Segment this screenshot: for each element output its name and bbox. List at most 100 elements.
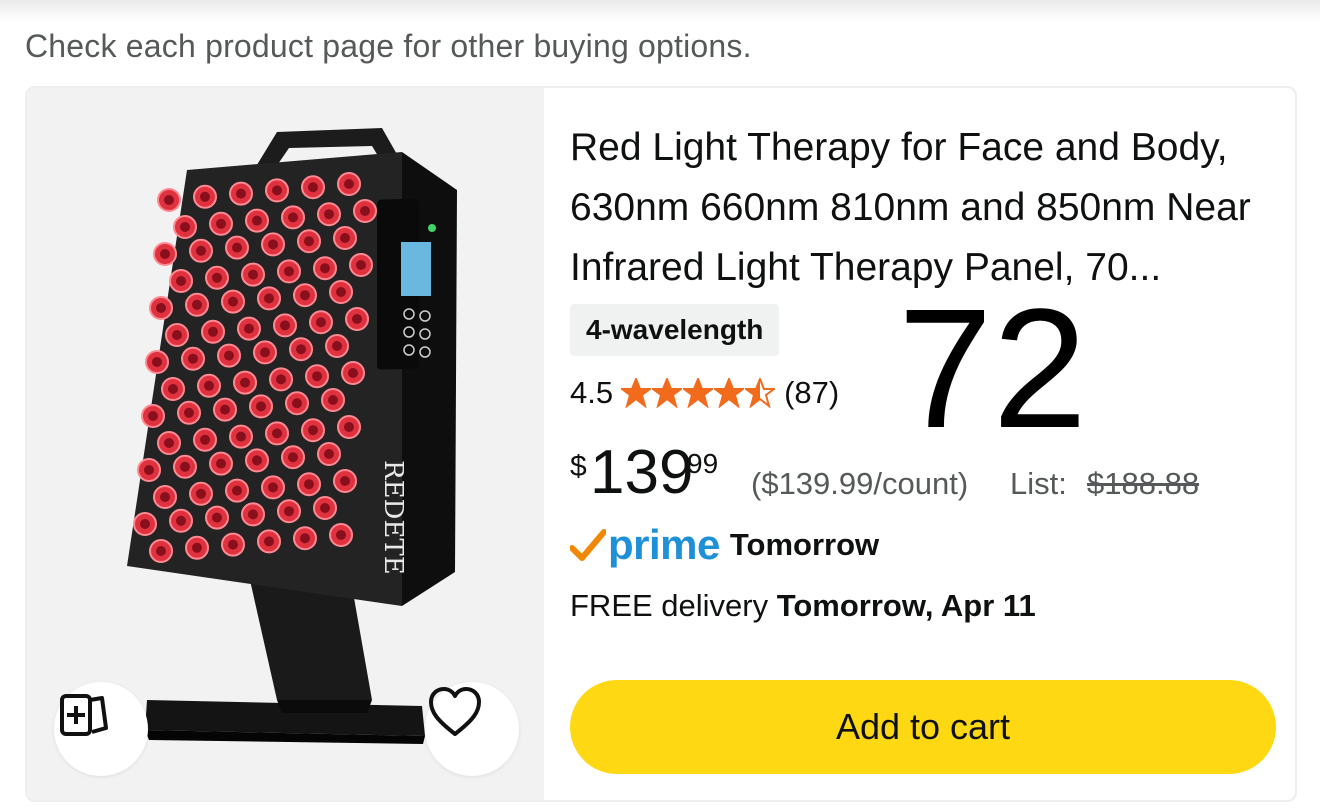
rating-row[interactable]: 4.5 (87) xyxy=(570,371,839,415)
led-core xyxy=(248,269,258,280)
led-core xyxy=(272,428,282,439)
led-core xyxy=(180,222,190,232)
led-core xyxy=(264,293,274,304)
led-core xyxy=(316,317,326,328)
prime-delivery-day: Tomorrow xyxy=(729,527,880,562)
product-image[interactable]: REDETE xyxy=(27,88,544,800)
led-core xyxy=(232,485,242,496)
led-core xyxy=(252,215,262,226)
rating-value: 4.5 xyxy=(570,375,614,410)
led-core xyxy=(328,395,338,405)
list-price: $188.88 xyxy=(1087,466,1200,501)
led-core xyxy=(320,503,330,513)
led-core xyxy=(200,434,210,445)
led-core xyxy=(352,314,362,324)
led-core xyxy=(164,438,174,448)
prime-check-icon xyxy=(570,529,606,561)
led-core xyxy=(348,368,358,378)
led-core xyxy=(172,330,182,340)
led-core xyxy=(152,357,162,367)
led-core xyxy=(160,492,170,502)
led-core xyxy=(340,233,350,243)
led-core xyxy=(252,455,262,466)
led-core xyxy=(268,482,278,493)
led-core xyxy=(212,272,222,283)
led-core xyxy=(140,519,150,529)
led-core xyxy=(224,350,234,361)
wishlist-button[interactable] xyxy=(425,682,519,776)
led-core xyxy=(212,512,222,523)
led-core xyxy=(156,546,166,556)
led-core xyxy=(280,320,290,331)
led-core xyxy=(324,449,334,459)
led-core xyxy=(320,263,330,274)
led-core xyxy=(308,425,318,436)
led-core xyxy=(344,179,354,189)
star-icon xyxy=(652,378,683,408)
heart-icon xyxy=(429,687,481,736)
led-core xyxy=(228,539,238,550)
led-core xyxy=(304,479,314,490)
led-core xyxy=(220,404,230,415)
led-core xyxy=(176,276,186,286)
product-card[interactable]: REDETE Red Light Therapy for Face and Bo… xyxy=(25,86,1297,802)
product-info: Red Light Therapy for Face and Body, 630… xyxy=(570,88,1280,800)
led-core xyxy=(164,195,174,205)
led-core xyxy=(284,506,294,517)
led-core xyxy=(160,249,170,259)
led-core xyxy=(196,245,206,256)
led-core xyxy=(216,458,226,469)
delivery-date: Tomorrow, Apr 11 xyxy=(776,588,1036,623)
star-icon xyxy=(745,378,776,408)
led-core xyxy=(216,218,226,229)
price-whole: 139 xyxy=(590,438,694,507)
led-core xyxy=(300,290,310,301)
product-title[interactable]: Red Light Therapy for Face and Body, 630… xyxy=(570,118,1280,298)
led-core xyxy=(296,344,306,355)
led-core xyxy=(324,209,334,220)
add-to-cart-button[interactable]: Add to cart xyxy=(570,680,1276,774)
review-count[interactable]: (87) xyxy=(784,375,839,411)
compare-cards-icon xyxy=(60,694,108,736)
led-core xyxy=(192,299,202,310)
led-core xyxy=(332,341,342,351)
led-core xyxy=(360,206,370,216)
overlay-number: 72 xyxy=(898,274,1088,464)
led-core xyxy=(344,422,354,432)
led-core xyxy=(232,242,242,253)
led-core xyxy=(188,353,198,364)
led-core xyxy=(184,407,194,418)
star-icon xyxy=(621,378,652,408)
led-core xyxy=(260,347,270,358)
device-brand-text: REDETE xyxy=(378,460,408,575)
star-icon xyxy=(714,378,745,408)
led-core xyxy=(264,536,274,547)
led-core xyxy=(292,398,302,409)
led-core xyxy=(144,465,154,475)
price-symbol: $ xyxy=(570,450,587,483)
led-core xyxy=(208,326,218,337)
variant-badge: 4-wavelength xyxy=(570,304,780,356)
led-core xyxy=(168,384,178,394)
list-price-label: List: xyxy=(1010,466,1067,501)
led-core xyxy=(276,374,286,385)
led-core xyxy=(340,476,350,486)
prime-logo-text: prime xyxy=(608,521,720,568)
delivery-prefix: FREE delivery xyxy=(570,588,769,623)
led-core xyxy=(356,260,366,270)
led-core xyxy=(288,212,298,223)
led-core xyxy=(308,182,318,193)
led-core xyxy=(284,266,294,277)
led-core xyxy=(288,452,298,463)
led-core xyxy=(268,239,278,250)
led-core xyxy=(236,431,246,442)
compare-button[interactable] xyxy=(54,682,148,776)
price-fraction: 99 xyxy=(687,448,719,479)
led-core xyxy=(196,488,206,499)
led-core xyxy=(200,191,210,202)
led-core xyxy=(244,323,254,334)
buying-options-notice: Check each product page for other buying… xyxy=(25,28,752,64)
led-core xyxy=(240,377,250,388)
top-edge xyxy=(0,0,1320,22)
unit-price: ($139.99/count) xyxy=(751,466,969,501)
